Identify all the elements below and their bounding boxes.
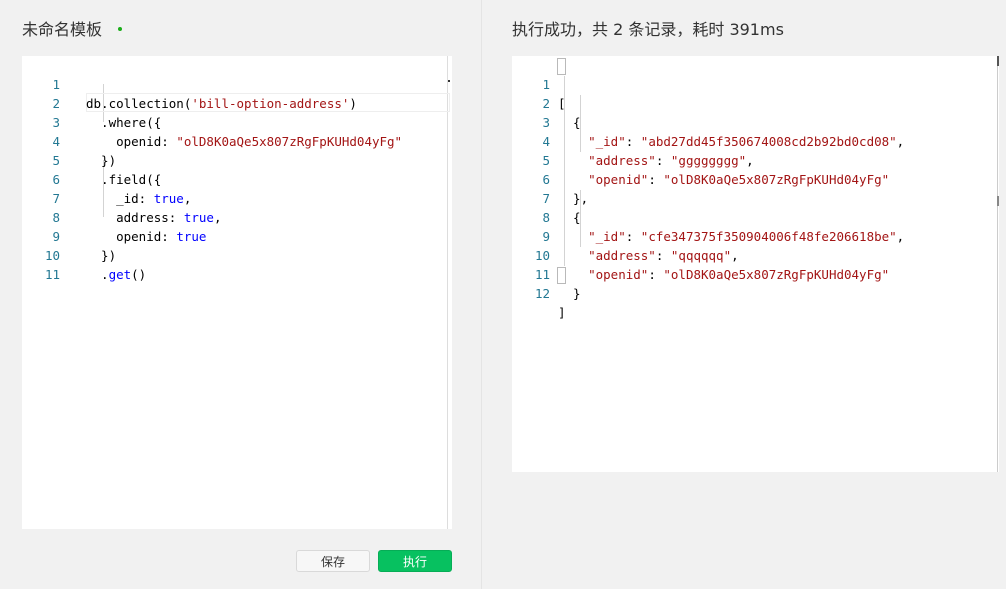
json-line: 8 "_id": "cfe347375f350904006f48fe206618…	[512, 189, 999, 244]
code-token: ()	[131, 267, 147, 282]
json-line: 11 }	[512, 246, 999, 301]
json-line: 5 "openid": "olD8K0aQe5x807zRgFpKUHd04yF…	[512, 132, 999, 187]
json-line: 6 },	[512, 151, 999, 206]
code-line: 4 })	[22, 113, 452, 168]
code-line: 7 address: true,	[22, 170, 452, 225]
line-number: 11	[44, 267, 60, 282]
code-line: 6 _id: true,	[22, 151, 452, 206]
json-line: 9 "address": "qqqqqq",	[512, 208, 999, 263]
json-line: 2 {	[512, 75, 999, 130]
line-number: 12	[534, 286, 550, 301]
code-token: .	[86, 267, 109, 282]
result-json-viewer[interactable]: 1 [ 2 { 3 "_id": "abd27dd45f350674008cd2…	[512, 56, 999, 472]
code-token: get	[108, 267, 132, 282]
query-editor-pane: 未命名模板 1 db.collection('bill-option-addre…	[0, 0, 481, 589]
code-line: 3 openid: "olD8K0aQe5x807zRgFpKUHd04yFg"	[22, 94, 452, 149]
code-line: 11	[22, 246, 452, 282]
code-line: 8 openid: true	[22, 189, 452, 244]
result-pane: 执行成功，共 2 条记录，耗时 391ms 1 [ 2 { 3 "_id": "…	[482, 0, 1006, 589]
code-line: 9 })	[22, 208, 452, 263]
result-status: 执行成功，共 2 条记录，耗时 391ms	[512, 20, 784, 39]
run-button[interactable]: 执行	[378, 550, 452, 572]
code-line: 5 .field({	[22, 132, 452, 187]
unsaved-indicator-dot	[118, 27, 122, 31]
json-token: ]	[558, 305, 566, 320]
save-button[interactable]: 保存	[296, 550, 370, 572]
template-title: 未命名模板	[22, 20, 103, 39]
code-line: 1 db.collection('bill-option-address')	[22, 56, 452, 111]
code-line: 10 .get()	[22, 227, 452, 282]
json-line: 12 ]	[512, 265, 999, 320]
code-line: 2 .where({	[22, 75, 452, 130]
query-code-editor[interactable]: 1 db.collection('bill-option-address') 2…	[22, 56, 452, 529]
json-line: 7 {	[512, 170, 999, 225]
json-token: }	[558, 286, 581, 301]
json-line: 4 "address": "gggggggg",	[512, 113, 999, 168]
json-line: 3 "_id": "abd27dd45f350674008cd2b92bd0cd…	[512, 94, 999, 149]
json-line: 1 [	[512, 56, 999, 111]
json-line: 10 "openid": "olD8K0aQe5x807zRgFpKUHd04y…	[512, 227, 999, 282]
